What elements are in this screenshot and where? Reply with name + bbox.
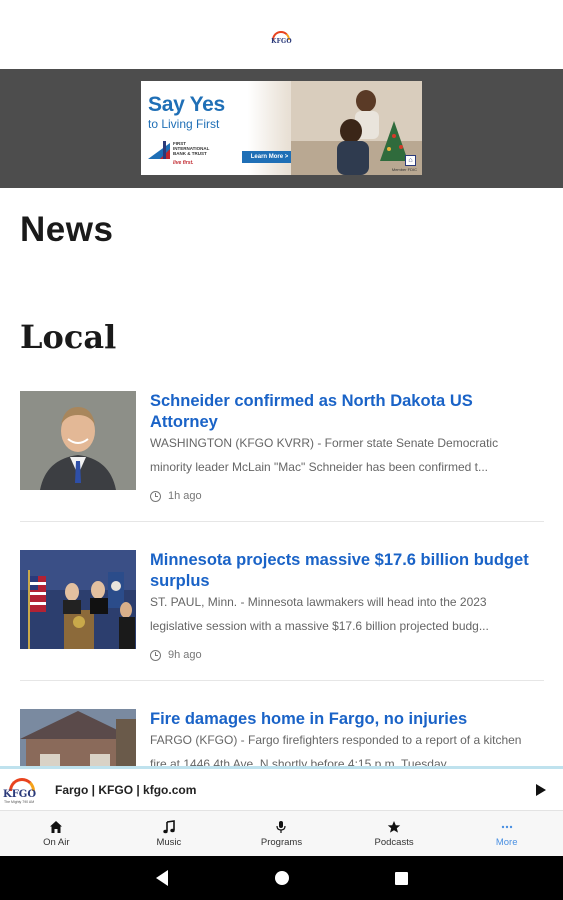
star-icon: [387, 821, 401, 833]
ad-subline: to Living First: [148, 117, 220, 131]
system-nav-bar: [0, 856, 563, 900]
article-summary: ST. PAUL, Minn. - Minnesota lawmakers wi…: [150, 595, 489, 633]
nav-item-on-air[interactable]: On Air: [0, 811, 113, 856]
ad-photo-icon: [291, 81, 422, 175]
page: KFGO Say Yes to Living First FIRST INTER…: [0, 0, 563, 900]
nav-item-music[interactable]: Music: [113, 811, 226, 856]
logo-subtext: The Mighty 790 AM: [4, 800, 35, 804]
nav-item-programs[interactable]: Programs: [225, 811, 338, 856]
divider: [20, 521, 544, 522]
nav-item-podcasts[interactable]: Podcasts: [338, 811, 451, 856]
system-home-button[interactable]: [222, 856, 342, 900]
nav-label: Music: [156, 837, 182, 848]
divider: [20, 680, 544, 681]
back-icon: [155, 870, 168, 886]
article-summary: FARGO (KFGO) - Fargo firefighters respon…: [150, 733, 522, 766]
article-card[interactable]: Minnesota projects massive $17.6 billion…: [20, 550, 544, 670]
system-back-button[interactable]: [102, 856, 222, 900]
nav-label: More: [495, 837, 518, 848]
microphone-icon: [276, 821, 287, 833]
station-logo[interactable]: KFGO: [271, 30, 292, 45]
article-card[interactable]: Schneider confirmed as North Dakota US A…: [20, 391, 544, 511]
article-thumbnail[interactable]: [20, 550, 136, 649]
home-circle-icon: [274, 871, 289, 885]
article-thumbnail[interactable]: [20, 709, 136, 766]
article-card[interactable]: Fire damages home in Fargo, no injuries …: [20, 709, 544, 766]
ad-banner[interactable]: Say Yes to Living First FIRST INTERNATIO…: [141, 81, 422, 175]
bank-logo-icon: [148, 141, 170, 159]
nav-label: On Air: [43, 837, 70, 848]
nav-item-more[interactable]: More: [450, 811, 563, 856]
bottom-nav: On Air Music Programs Podcasts More: [0, 810, 563, 856]
article-meta: 9h ago: [150, 649, 202, 661]
nav-label: Podcasts: [374, 837, 414, 848]
logo-text: KFGO: [3, 789, 37, 800]
article-thumbnail[interactable]: [20, 391, 136, 490]
system-recents-button[interactable]: [342, 856, 462, 900]
ad-learn-more-button[interactable]: Learn More >: [242, 151, 297, 163]
page-title: News: [20, 210, 114, 249]
article-headline[interactable]: Fire damages home in Fargo, no injuries: [150, 709, 530, 730]
section-title: Local: [20, 318, 117, 356]
more-dots-icon: [501, 825, 512, 829]
article-summary: WASHINGTON (KFGO KVRR) - Former state Se…: [150, 436, 499, 474]
ad-bank-name: FIRST INTERNATIONAL BANK & TRUST: [173, 141, 210, 156]
article-time: 1h ago: [168, 490, 202, 502]
article-time: 9h ago: [168, 649, 202, 661]
ad-headline: Say Yes: [148, 93, 225, 116]
article-headline[interactable]: Schneider confirmed as North Dakota US A…: [150, 391, 530, 433]
clock-icon: [150, 490, 161, 502]
play-icon: [536, 783, 546, 796]
clock-icon: [150, 649, 161, 661]
ad-band: Say Yes to Living First FIRST INTERNATIO…: [0, 69, 563, 188]
app-header: KFGO: [0, 0, 563, 69]
ad-fdic: Member FDIC: [391, 167, 417, 172]
recents-icon: [395, 871, 408, 885]
music-note-icon: [163, 820, 175, 834]
equal-housing-icon: ⌂: [405, 155, 416, 166]
article-meta: 1h ago: [150, 490, 202, 502]
home-icon: [50, 821, 63, 833]
mini-player[interactable]: KFGO The Mighty 790 AM Fargo | KFGO | kf…: [0, 766, 563, 810]
play-button[interactable]: [519, 769, 563, 810]
station-logo: KFGO The Mighty 790 AM: [0, 769, 46, 810]
logo-text: KFGO: [271, 37, 292, 45]
ad-tagline: live first.: [173, 160, 194, 166]
nav-label: Programs: [260, 837, 303, 848]
now-playing-title[interactable]: Fargo | KFGO | kfgo.com: [55, 783, 519, 797]
article-headline[interactable]: Minnesota projects massive $17.6 billion…: [150, 550, 530, 592]
